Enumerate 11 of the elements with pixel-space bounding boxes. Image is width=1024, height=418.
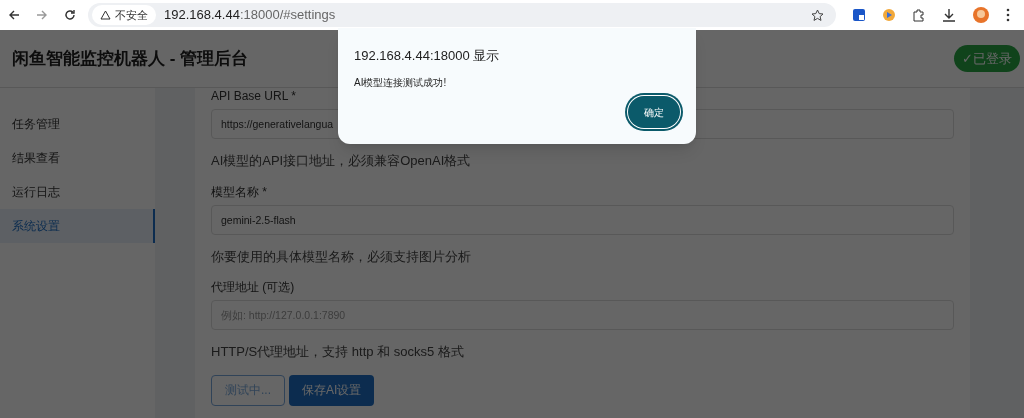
field-label: API Base URL *: [211, 88, 296, 104]
help-text: AI模型的API接口地址，必须兼容OpenAI格式: [211, 152, 471, 170]
url-text: 192.168.4.44:18000/#settings: [164, 6, 336, 25]
help-text: 你要使用的具体模型名称，必须支持图片分析: [211, 247, 471, 266]
login-status-badge: ✓已登录: [954, 44, 1020, 73]
field-label: 模型名称 *: [211, 183, 267, 200]
field-label: 代理地址 (可选): [211, 279, 295, 295]
dialog-message: AI模型连接测试成功!: [354, 75, 448, 90]
app-title: 闲鱼智能监控机器人 - 管理后台: [12, 47, 249, 70]
help-text: HTTP/S代理地址，支持 http 和 socks5 格式: [211, 343, 464, 361]
dialog-title: 192.168.4.44:18000 显示: [354, 47, 501, 65]
